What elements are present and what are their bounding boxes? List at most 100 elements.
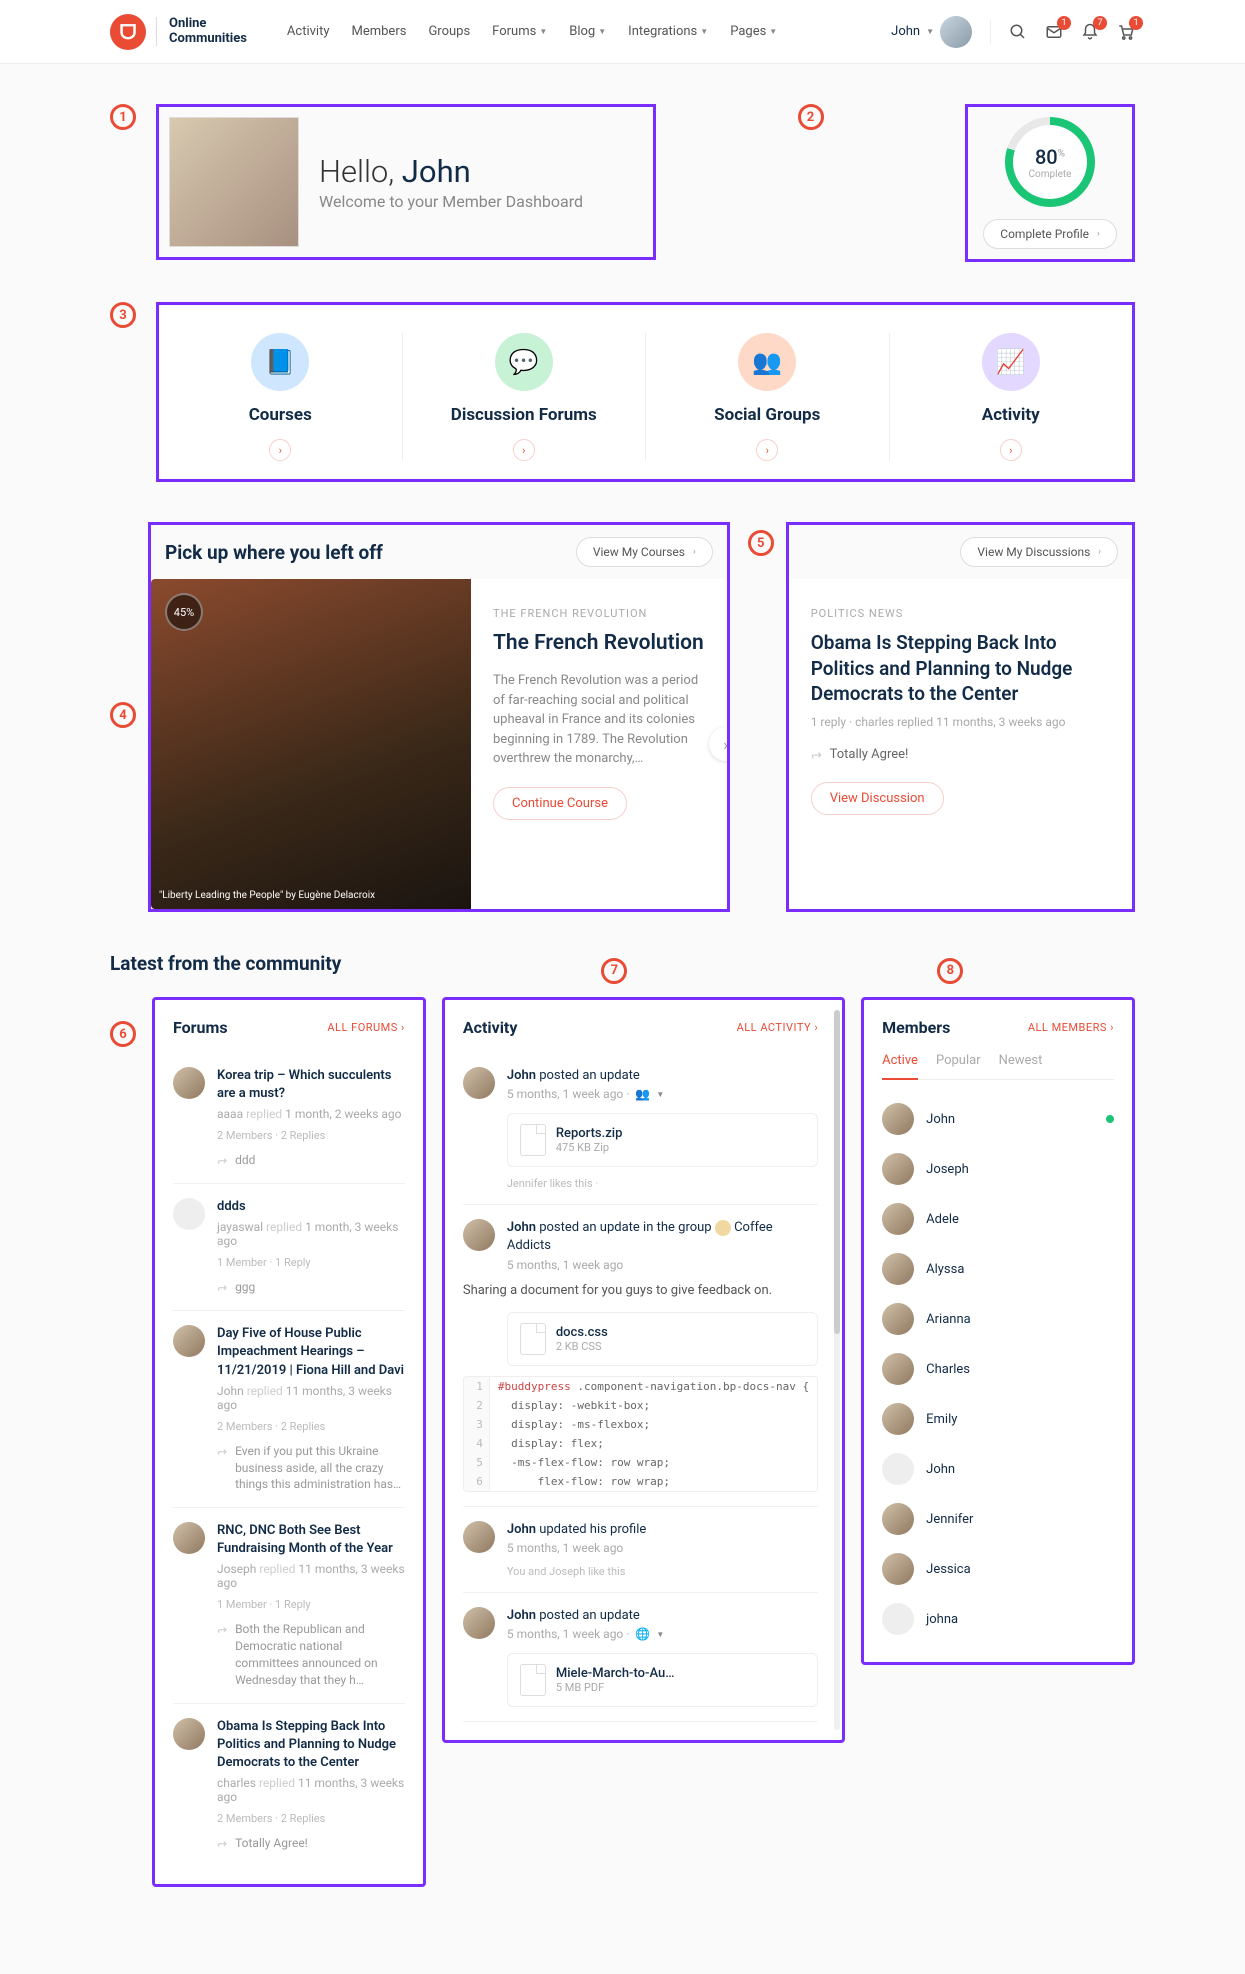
activity-time: 5 months, 1 week ago · 👥 ▼ xyxy=(507,1087,818,1101)
chevron-right-icon: › xyxy=(1098,547,1101,557)
member-item[interactable]: John xyxy=(882,1444,1114,1494)
all-members-link[interactable]: ALL MEMBERS › xyxy=(1028,1021,1114,1034)
activity-likes: Jennifer likes this · xyxy=(507,1177,818,1190)
nav-pages[interactable]: Pages▼ xyxy=(730,24,777,39)
reply-icon: ↩ xyxy=(217,1443,227,1460)
hello-subtitle: Welcome to your Member Dashboard xyxy=(319,192,583,211)
hello-title: Hello, John xyxy=(319,153,583,190)
view-discussion-button[interactable]: View Discussion xyxy=(811,782,944,815)
activity-item: John posted an update5 months, 1 week ag… xyxy=(463,1593,818,1722)
chevron-down-icon: ▼ xyxy=(539,27,547,36)
member-name: John xyxy=(926,1462,955,1477)
discussion-meta: 1 reply · charles replied 11 months, 3 w… xyxy=(811,715,1110,729)
tab-popular[interactable]: Popular xyxy=(936,1053,981,1079)
view-courses-button[interactable]: View My Courses› xyxy=(576,537,713,567)
forum-topic-reply: ↩ggg xyxy=(217,1279,405,1296)
member-item[interactable]: johna xyxy=(882,1594,1114,1644)
member-name: Arianna xyxy=(926,1312,971,1327)
forum-topic-reply: ↩Both the Republican and Democratic nati… xyxy=(217,1621,405,1688)
member-item[interactable]: Arianna xyxy=(882,1294,1114,1344)
bell-icon[interactable]: 7 xyxy=(1081,23,1099,41)
member-item[interactable]: John xyxy=(882,1094,1114,1144)
member-item[interactable]: Adele xyxy=(882,1194,1114,1244)
attachment[interactable]: docs.css2 KB CSS xyxy=(507,1312,818,1366)
logo-mark-icon: ᗜ xyxy=(110,14,146,50)
all-forums-link[interactable]: ALL FORUMS › xyxy=(327,1021,405,1034)
tile-icon: 📘 xyxy=(251,333,309,391)
reply-icon: ↩ xyxy=(217,1621,227,1638)
avatar xyxy=(882,1603,914,1635)
avatar xyxy=(882,1253,914,1285)
member-item[interactable]: Alyssa xyxy=(882,1244,1114,1294)
community-title: Latest from the community xyxy=(110,952,341,975)
scrollbar-thumb[interactable] xyxy=(834,1010,840,1334)
tab-newest[interactable]: Newest xyxy=(999,1053,1043,1079)
member-item[interactable]: Emily xyxy=(882,1394,1114,1444)
avatar xyxy=(882,1453,914,1485)
member-item[interactable]: Jessica xyxy=(882,1544,1114,1594)
discussion-title: Obama Is Stepping Back Into Politics and… xyxy=(811,630,1110,707)
tab-active[interactable]: Active xyxy=(882,1053,918,1080)
discussion-kicker: POLITICS NEWS xyxy=(811,607,1110,620)
user-menu[interactable]: John ▼ xyxy=(891,16,972,48)
attachment[interactable]: Reports.zip475 KB Zip xyxy=(507,1113,818,1167)
activity-time: 5 months, 1 week ago xyxy=(507,1541,818,1555)
nav-members[interactable]: Members xyxy=(351,24,406,39)
activity-item: John posted an update in the group Coffe… xyxy=(463,1205,818,1507)
member-item[interactable]: Charles xyxy=(882,1344,1114,1394)
forum-topic-title: Korea trip – Which succulents are a must… xyxy=(217,1067,405,1103)
activity-body: Sharing a document for you guys to give … xyxy=(463,1282,818,1300)
header: ᗜ Online Communities Activity Members Grou… xyxy=(0,0,1245,64)
chevron-down-icon: ▼ xyxy=(769,27,777,36)
complete-profile-button[interactable]: Complete Profile› xyxy=(983,219,1116,249)
member-item[interactable]: Jennifer xyxy=(882,1494,1114,1544)
nav-integrations[interactable]: Integrations▼ xyxy=(628,24,708,39)
attachment-meta: 5 MB PDF xyxy=(556,1681,675,1694)
nav-groups[interactable]: Groups xyxy=(428,24,470,39)
tile-discussion-forums[interactable]: 💬Discussion Forums› xyxy=(403,333,647,461)
scrollbar[interactable] xyxy=(834,1010,840,1730)
activity-panel: Activity ALL ACTIVITY › John posted an u… xyxy=(442,997,845,1743)
hello-avatar xyxy=(169,117,299,247)
forum-topic-meta: John replied 11 months, 3 weeks ago xyxy=(217,1384,405,1412)
forum-topic[interactable]: RNC, DNC Both See Best Fundraising Month… xyxy=(173,1508,405,1704)
avatar xyxy=(882,1353,914,1385)
nav-forums[interactable]: Forums▼ xyxy=(492,24,547,39)
tile-activity[interactable]: 📈Activity› xyxy=(890,333,1133,461)
nav-activity[interactable]: Activity xyxy=(287,24,330,39)
progress-label: Complete xyxy=(1029,169,1072,180)
tile-title: Activity xyxy=(982,405,1040,425)
forum-topic[interactable]: Obama Is Stepping Back Into Politics and… xyxy=(173,1704,405,1866)
tile-social-groups[interactable]: 👥Social Groups› xyxy=(646,333,890,461)
chevron-down-icon: ▼ xyxy=(700,27,708,36)
member-item[interactable]: Joseph xyxy=(882,1144,1114,1194)
annotation-7: 7 xyxy=(601,958,627,984)
avatar xyxy=(463,1521,495,1553)
mail-badge: 1 xyxy=(1057,16,1071,30)
chevron-right-icon: › xyxy=(1000,439,1022,461)
file-icon xyxy=(520,1124,546,1156)
continue-course-button[interactable]: Continue Course xyxy=(493,787,627,820)
activity-text: John posted an update xyxy=(507,1067,818,1085)
view-discussions-button[interactable]: View My Discussions› xyxy=(960,537,1118,567)
file-icon xyxy=(520,1664,546,1696)
logo[interactable]: ᗜ Online Communities xyxy=(110,14,247,50)
forum-topic[interactable]: Korea trip – Which succulents are a must… xyxy=(173,1053,405,1184)
forum-topic[interactable]: dddsjayaswal replied 1 month, 3 weeks ag… xyxy=(173,1184,405,1311)
forum-topic[interactable]: Day Five of House Public Impeachment Hea… xyxy=(173,1311,405,1508)
forums-panel: Forums ALL FORUMS › Korea trip – Which s… xyxy=(152,997,426,1887)
search-icon[interactable] xyxy=(1009,23,1027,41)
avatar xyxy=(882,1553,914,1585)
attachment[interactable]: Miele-March-to-Au…5 MB PDF xyxy=(507,1653,818,1707)
nav-blog[interactable]: Blog▼ xyxy=(569,24,606,39)
course-progress-badge: 45% xyxy=(165,593,203,631)
tile-courses[interactable]: 📘Courses› xyxy=(159,333,403,461)
forum-topic-meta: aaaa replied 1 month, 2 weeks ago xyxy=(217,1107,405,1121)
reply-icon: ↩ xyxy=(811,747,822,762)
activity-text: John posted an update in the group Coffe… xyxy=(507,1219,818,1255)
avatar xyxy=(940,16,972,48)
all-activity-link[interactable]: ALL ACTIVITY › xyxy=(737,1021,819,1034)
course-section-title: Pick up where you left off xyxy=(165,541,383,564)
cart-icon[interactable]: 1 xyxy=(1117,23,1135,41)
mail-icon[interactable]: 1 xyxy=(1045,23,1063,41)
